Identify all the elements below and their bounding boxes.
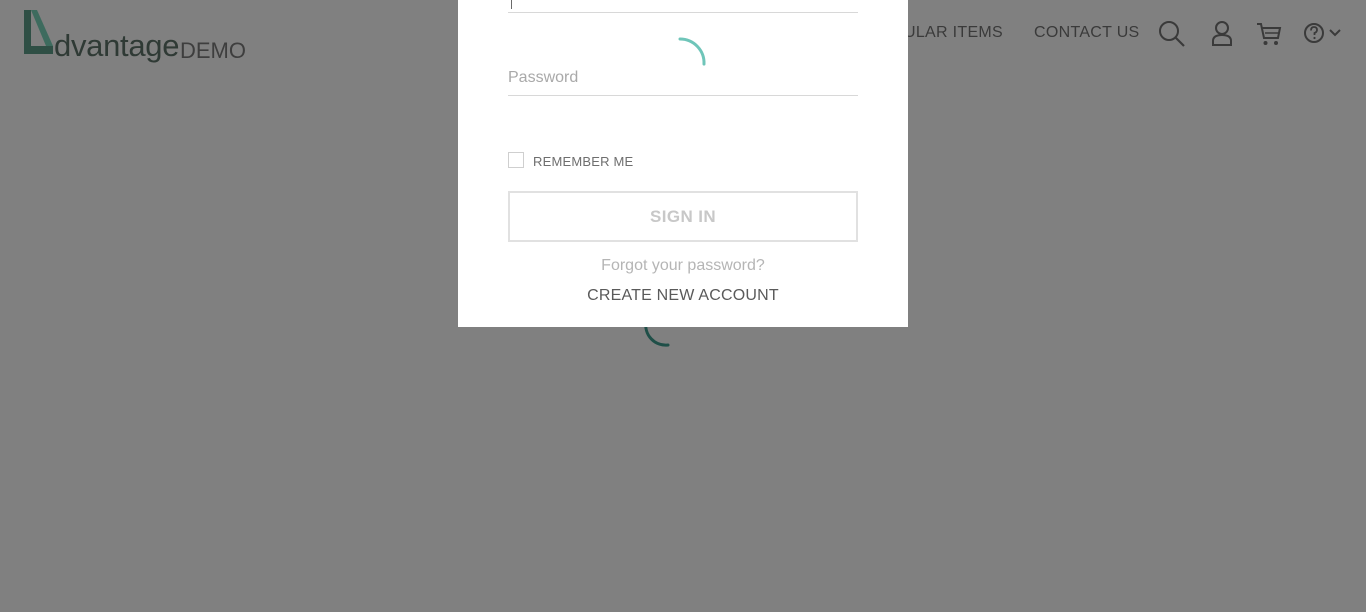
create-account-link[interactable]: CREATE NEW ACCOUNT <box>458 287 908 305</box>
remember-me-label: REMEMBER ME <box>533 154 634 169</box>
remember-me-checkbox[interactable] <box>508 152 524 168</box>
user-icon[interactable] <box>1207 18 1237 48</box>
password-underline <box>508 95 858 96</box>
password-field[interactable] <box>508 62 858 94</box>
search-icon[interactable] <box>1157 18 1187 48</box>
username-underline <box>508 12 858 13</box>
logo[interactable]: dvantage DEMO <box>22 10 252 62</box>
nav-contact-us[interactable]: CONTACT US <box>1034 24 1140 42</box>
nav-popular-items[interactable]: ULAR ITEMS <box>904 24 1003 42</box>
logo-word: dvantage <box>54 28 180 63</box>
logo-suffix: DEMO <box>180 38 246 63</box>
forgot-password-link[interactable]: Forgot your password? <box>458 257 908 275</box>
username-caret <box>511 0 512 9</box>
cart-icon[interactable] <box>1254 18 1284 48</box>
chevron-down-icon[interactable] <box>1327 18 1343 48</box>
sign-in-button[interactable]: SIGN IN <box>508 191 858 242</box>
login-modal: REMEMBER ME SIGN IN Forgot your password… <box>458 0 908 327</box>
page: dvantage DEMO ULAR ITEMS CONTACT US REME… <box>0 0 1366 612</box>
